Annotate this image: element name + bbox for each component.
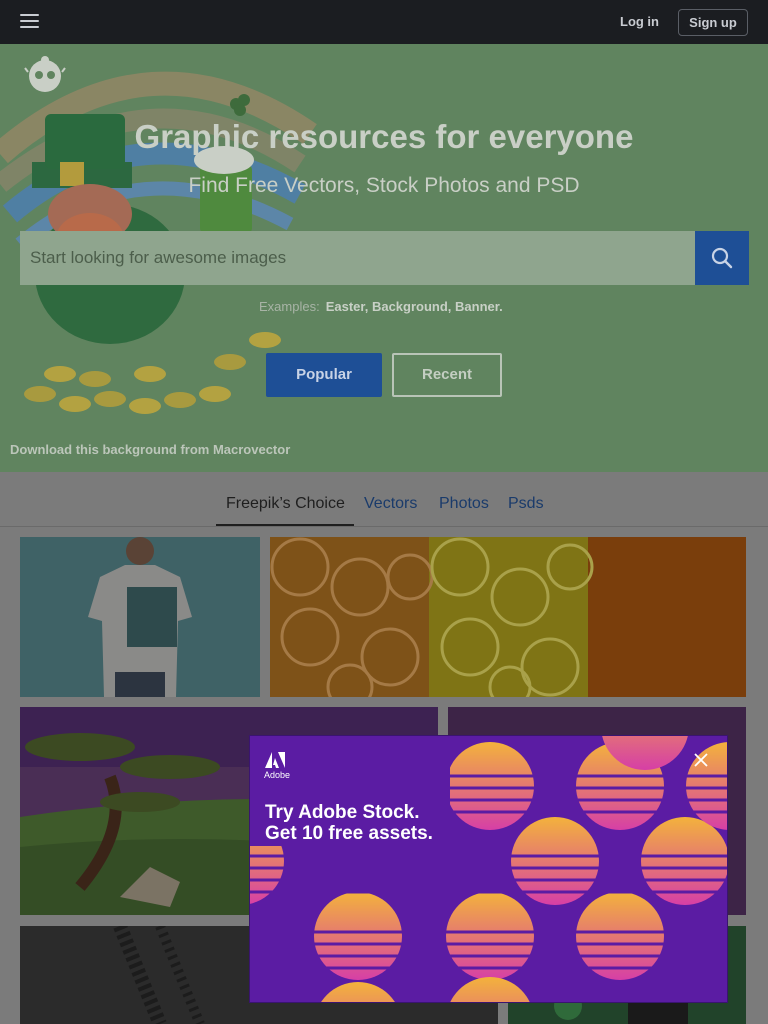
adobe-stock-ad[interactable]: Adobe Try Adobe Stock. Get 10 free asset…	[249, 735, 728, 1003]
top-navigation-bar: Log in Sign up	[0, 0, 768, 44]
active-tab-indicator	[216, 524, 354, 526]
citrus-slices-thumbnail[interactable]	[270, 537, 746, 697]
citrus-slices-image	[270, 537, 746, 697]
signup-button[interactable]: Sign up	[678, 9, 748, 36]
tab-psds[interactable]: Psds	[508, 495, 544, 513]
recent-button[interactable]: Recent	[392, 353, 502, 397]
hero-title: Graphic resources for everyone	[134, 118, 634, 155]
ad-background-pattern	[250, 736, 727, 1002]
freepik-logo-icon[interactable]	[24, 54, 66, 94]
search-examples: Examples: Easter, Background, Banner.	[259, 299, 503, 314]
background-credit-link[interactable]: Download this background from Macrovecto…	[10, 442, 290, 457]
tab-photos[interactable]: Photos	[439, 495, 489, 513]
tshirt-mockup-thumbnail[interactable]	[20, 537, 260, 697]
search-input[interactable]	[20, 231, 696, 285]
examples-links[interactable]: Easter, Background, Banner.	[326, 299, 503, 314]
hero-banner: Graphic resources for everyone Find Free…	[0, 44, 768, 472]
tab-freepiks-choice[interactable]: Freepik’s Choice	[226, 495, 345, 513]
adobe-mark-icon	[265, 752, 285, 768]
tshirt-mockup-image	[20, 537, 260, 697]
hamburger-menu-icon[interactable]	[20, 14, 39, 30]
category-tabs: Freepik’s Choice Vectors Photos Psds	[0, 472, 768, 527]
ad-headline: Try Adobe Stock. Get 10 free assets.	[265, 802, 433, 844]
adobe-logo-icon: Adobe	[264, 752, 291, 780]
ad-headline-line-1: Try Adobe Stock.	[265, 802, 420, 823]
search-button[interactable]	[695, 231, 749, 285]
adobe-brand-label: Adobe	[264, 770, 291, 780]
examples-label: Examples:	[259, 299, 320, 314]
login-link[interactable]: Log in	[620, 14, 659, 29]
ad-headline-line-2: Get 10 free assets.	[265, 823, 433, 844]
tab-vectors[interactable]: Vectors	[364, 495, 417, 513]
popular-button[interactable]: Popular	[266, 353, 382, 397]
close-icon[interactable]	[693, 752, 709, 768]
search-icon	[711, 247, 733, 269]
hero-subtitle: Find Free Vectors, Stock Photos and PSD	[188, 174, 580, 197]
